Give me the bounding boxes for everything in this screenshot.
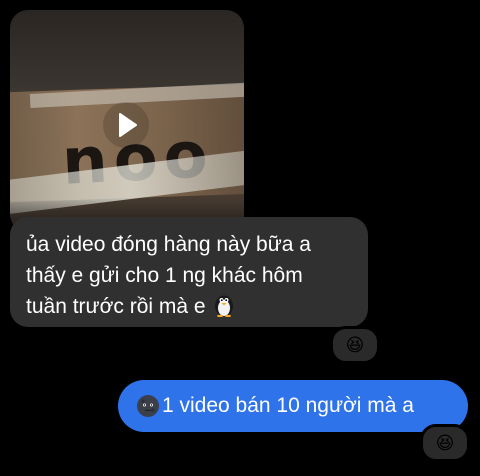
outgoing-message-text: 1 video bán 10 người mà a — [162, 394, 414, 417]
laughing-emoji-icon: 😆 — [345, 335, 365, 355]
incoming-message-bubble[interactable]: ủa video đóng hàng này bữa a thấy e gửi … — [10, 217, 368, 327]
penguin-emoji-icon — [213, 293, 235, 326]
message-reaction[interactable]: 😆 — [420, 424, 470, 462]
message-line: ủa video đóng hàng này bữa a — [26, 233, 311, 256]
message-line: tuần trước rồi mà e — [26, 291, 354, 326]
outgoing-message-bubble[interactable]: 1 video bán 10 người mà a — [118, 380, 468, 432]
video-attachment[interactable]: noo — [10, 10, 244, 232]
chat-thread: noo ủa video đóng hàng này bữa a thấy e … — [0, 0, 480, 476]
message-reaction[interactable]: 😆 — [330, 326, 380, 364]
play-button[interactable] — [103, 102, 149, 148]
play-icon — [119, 113, 137, 137]
new-moon-face-icon — [136, 394, 160, 418]
message-line: thấy e gửi cho 1 ng khác hôm — [26, 264, 303, 287]
laughing-emoji-icon: 😆 — [435, 433, 455, 453]
message-line-text: tuần trước rồi mà e — [26, 295, 206, 318]
